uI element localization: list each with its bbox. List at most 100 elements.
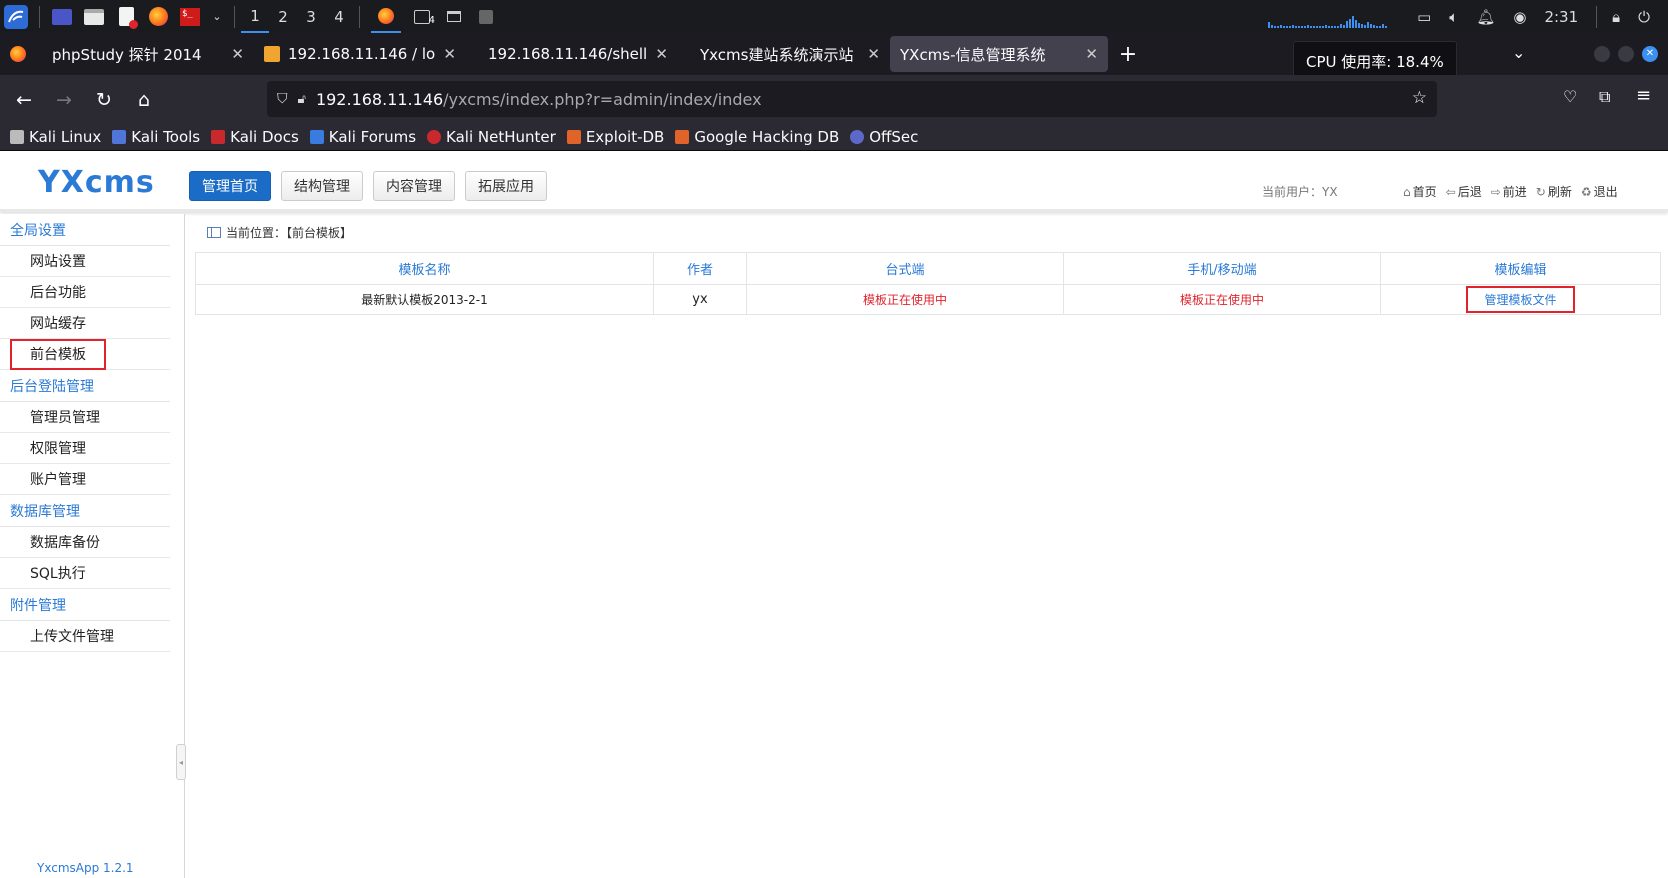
sidebar-item-backend-functions[interactable]: 后台功能 [0,277,170,308]
phpmyadmin-icon [264,46,280,62]
kali-docs-icon [211,130,226,144]
extensions-icon[interactable]: ⧉ [1599,87,1610,107]
workspace-2[interactable]: 2 [269,0,297,33]
sidebar-item-frontend-templates[interactable]: 前台模板 [10,338,106,370]
forward-button[interactable]: → [46,82,82,118]
sidebar-item-site-cache[interactable]: 网站缓存 [0,308,170,339]
bookmark-label: Kali NetHunter [446,128,556,146]
col-template-name: 模板名称 [195,252,654,285]
header-link-forward[interactable]: ⇨ 前进 [1491,183,1527,200]
bookmark-kali-forums[interactable]: Kali Forums [309,128,416,146]
bookmark-kali-linux[interactable]: Kali Linux [10,128,101,146]
nav-structure[interactable]: 结构管理 [281,171,363,201]
sidebar-row-frontend-templates: 前台模板 [0,338,170,370]
close-icon[interactable]: ✕ [655,45,668,63]
menu-icon[interactable]: ≡ [1636,85,1651,106]
url-bar[interactable]: ⛉ 🔓︎ 192.168.11.146/yxcms/index.php?r=ad… [267,81,1437,117]
window-icon[interactable] [443,6,465,28]
sidebar: 全局设置 网站设置 后台功能 网站缓存 前台模板 后台登陆管理 管理员管理 权限… [0,214,186,878]
header-link-logout[interactable]: ♻ 退出 [1581,183,1618,200]
header-link-home[interactable]: ⌂ 首页 [1403,183,1437,200]
nav-admin-home[interactable]: 管理首页 [189,171,271,201]
display-icon[interactable]: ▭ [1417,8,1431,26]
forward-arrow-icon: ⇨ [1490,184,1501,199]
close-icon[interactable]: ✕ [443,45,456,63]
back-button[interactable]: ← [6,82,42,118]
browser-tab-shell[interactable]: 192.168.11.146/shell.php ✕ [466,36,678,72]
text-editor-icon[interactable] [115,6,138,29]
reload-button[interactable]: ↻ [86,82,122,118]
close-window-button[interactable]: ✕ [1642,46,1658,62]
sidebar-item-accounts[interactable]: 账户管理 [0,464,170,495]
bookmark-offsec[interactable]: OffSec [850,128,918,146]
firefox-window-icon[interactable] [371,0,401,33]
template-table: 模板名称 作者 台式端 手机/移动端 模板编辑 最新默认模板2013-2-1 y… [195,252,1661,315]
list-all-tabs-chevron-icon[interactable]: ⌄ [1512,43,1525,62]
firefox-view-button[interactable] [0,36,38,72]
close-icon[interactable]: ✕ [867,45,880,63]
sidebar-section-login-management[interactable]: 后台登陆管理 [0,370,170,402]
pocket-icon[interactable]: ♡ [1563,87,1577,106]
maximize-button[interactable] [1618,46,1634,62]
cell-template-edit: 管理模板文件 [1380,284,1661,315]
sidebar-section-database[interactable]: 数据库管理 [0,495,170,527]
desktop-icon[interactable] [51,6,73,28]
bookmark-kali-docs[interactable]: Kali Docs [211,128,299,146]
workspace-4[interactable]: 4 [325,0,353,33]
file-manager-icon[interactable] [83,6,105,28]
insecure-lock-icon[interactable]: 🔓︎ [298,92,306,107]
lock-icon[interactable]: 🔒︎ [1612,8,1620,26]
url-host: 192.168.11.146 [315,89,444,109]
yxcms-logo[interactable]: YXcms [38,165,155,200]
bookmark-kali-nethunter[interactable]: Kali NetHunter [427,128,556,146]
manage-template-files-link[interactable]: 管理模板文件 [1466,286,1575,313]
close-icon[interactable]: ✕ [1085,45,1098,63]
notification-bell-icon[interactable]: 🔔︎ [1476,8,1495,26]
firefox-launcher-icon[interactable] [147,6,169,28]
volume-icon[interactable]: 🔈︎ [1449,8,1458,26]
nav-content[interactable]: 内容管理 [373,171,455,201]
sidebar-item-permissions[interactable]: 权限管理 [0,433,170,464]
sidebar-collapse-handle[interactable]: ◂ [176,744,186,780]
tab-title: 192.168.11.146 / localhost [288,45,436,63]
bookmark-google-hacking-db[interactable]: Google Hacking DB [675,128,839,146]
browser-tab-yxcms-demo[interactable]: Yxcms建站系统演示站 ✕ [678,36,890,72]
table-header-row: 模板名称 作者 台式端 手机/移动端 模板编辑 [195,252,1661,285]
minimize-button[interactable] [1594,46,1610,62]
close-icon[interactable]: ✕ [231,45,244,63]
bookmark-kali-tools[interactable]: Kali Tools [112,128,200,146]
browser-tab-phpstudy[interactable]: phpStudy 探针 2014 ✕ [42,36,254,72]
header-links: ⌂ 首页 ⇦ 后退 ⇨ 前进 ↻ 刷新 ♻ 退出 [1403,183,1627,200]
sidebar-item-site-settings[interactable]: 网站设置 [0,246,170,277]
app-window-icon[interactable] [475,6,497,28]
terminal-count-badge: 4 [428,14,435,26]
bookmark-star-icon[interactable]: ☆ [1412,88,1427,108]
workspace-3[interactable]: 3 [297,0,325,33]
sidebar-item-db-backup[interactable]: 数据库备份 [0,527,170,558]
browser-tab-phpmyadmin[interactable]: 192.168.11.146 / localhost ✕ [254,36,466,72]
taskbar-separator [359,5,360,28]
header-link-back[interactable]: ⇦ 后退 [1446,183,1482,200]
shield-icon[interactable]: ⛉ [277,91,288,107]
home-button[interactable]: ⌂ [126,82,162,118]
browser-tab-yxcms-admin[interactable]: YXcms-信息管理系统 ✕ [890,36,1108,72]
bookmark-exploit-db[interactable]: Exploit-DB [566,128,664,146]
workspace-1[interactable]: 1 [241,0,269,33]
sidebar-item-uploads[interactable]: 上传文件管理 [0,621,170,652]
sidebar-item-sql-exec[interactable]: SQL执行 [0,558,170,589]
terminal-launcher-icon[interactable]: $_ [179,6,201,28]
header-link-refresh[interactable]: ↻ 刷新 [1536,183,1572,200]
power-status-icon[interactable]: ◉ [1513,8,1526,26]
terminal-window-icon[interactable]: 4 [411,6,435,28]
sidebar-section-global-settings[interactable]: 全局设置 [0,214,170,246]
sidebar-item-admin-management[interactable]: 管理员管理 [0,402,170,433]
new-tab-button[interactable]: + [1108,36,1148,72]
header-link-label: 前进 [1502,185,1527,199]
sidebar-section-attachments[interactable]: 附件管理 [0,589,170,621]
clock[interactable]: 2:31 [1544,8,1578,26]
logout-icon: ♻ [1580,184,1592,199]
chevron-down-icon[interactable]: ⌄ [211,6,223,28]
nav-extensions[interactable]: 拓展应用 [465,171,547,201]
kali-menu-icon[interactable] [4,4,28,29]
logout-power-icon[interactable]: ⏻ [1638,8,1650,26]
